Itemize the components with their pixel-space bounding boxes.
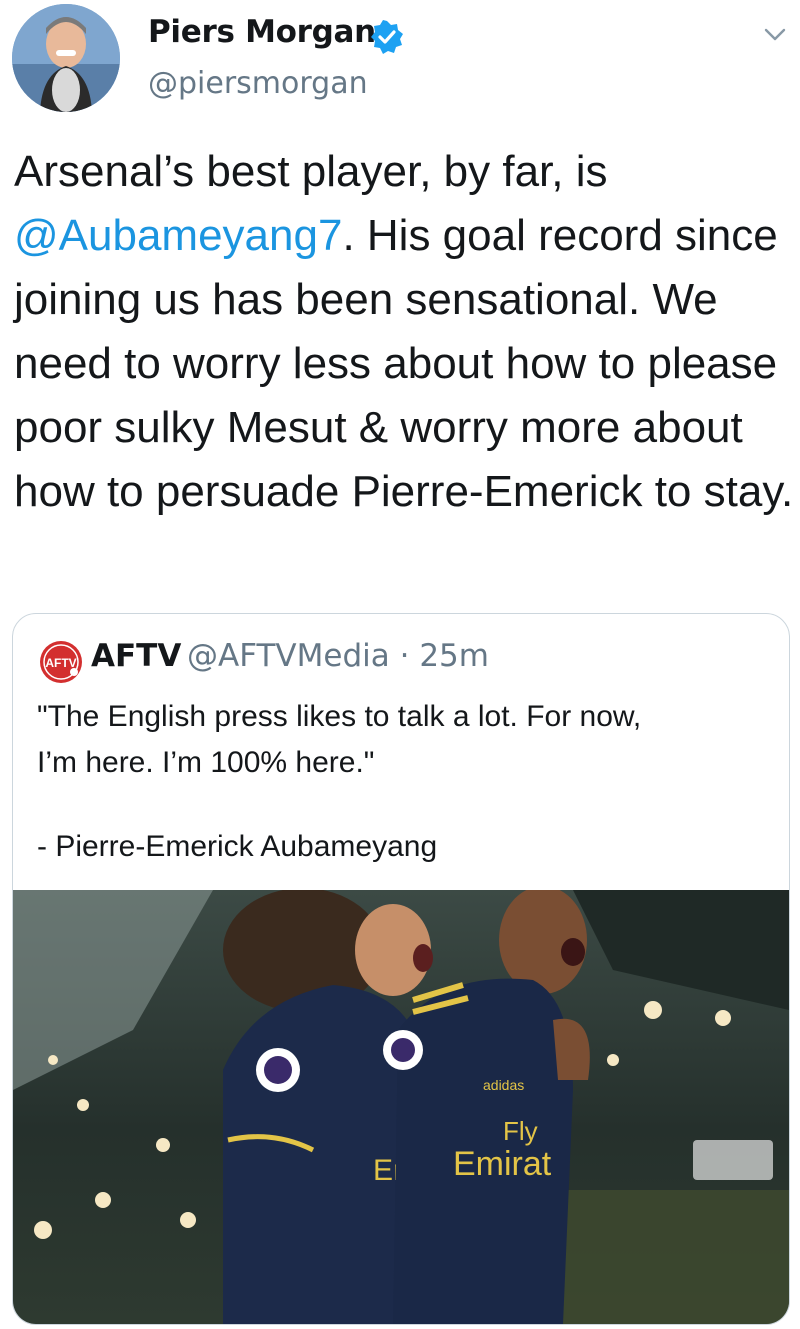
author-avatar[interactable] bbox=[12, 4, 120, 112]
mention-link[interactable]: @Aubameyang7 bbox=[14, 211, 342, 260]
shirt-sponsor-right: Emirat bbox=[453, 1145, 552, 1183]
verified-badge-icon bbox=[370, 20, 404, 54]
tweet-text: Arsenal’s best player, by far, is @Aubam… bbox=[14, 140, 794, 524]
tweet-text-part: Arsenal’s best player, by far, is bbox=[14, 147, 608, 196]
quoted-attribution: - Pierre-Emerick Aubameyang bbox=[37, 830, 438, 863]
kit-brand-text: adidas bbox=[483, 1077, 524, 1093]
aftv-logo: AFTV bbox=[39, 640, 83, 684]
author-name[interactable]: Piers Morgan bbox=[148, 14, 376, 50]
author-handle[interactable]: @piersmorgan bbox=[148, 66, 368, 101]
tweet-header: Piers Morgan @piersmorgan bbox=[0, 0, 800, 120]
quoted-tweet[interactable]: AFTV AFTV @AFTVMedia · 25m "The English … bbox=[12, 613, 790, 1325]
quoted-timestamp[interactable]: 25m bbox=[419, 638, 489, 674]
quoted-text-line: "The English press likes to talk a lot. … bbox=[37, 700, 642, 733]
quoted-meta: @AFTVMedia · 25m bbox=[187, 638, 489, 674]
meta-separator: · bbox=[389, 638, 420, 674]
quoted-author-handle[interactable]: @AFTVMedia bbox=[187, 638, 390, 674]
chevron-down-icon[interactable] bbox=[760, 22, 790, 46]
quoted-text-line: I’m here. I’m 100% here." bbox=[37, 746, 375, 779]
aftv-logo-text: AFTV bbox=[45, 656, 76, 670]
shirt-sponsor-right-top: Fly bbox=[503, 1116, 538, 1146]
quoted-photo[interactable]: Em adidas Fly Emirat bbox=[13, 886, 789, 1324]
quoted-text: "The English press likes to talk a lot. … bbox=[37, 694, 777, 786]
quoted-author-name[interactable]: AFTV bbox=[91, 638, 181, 674]
